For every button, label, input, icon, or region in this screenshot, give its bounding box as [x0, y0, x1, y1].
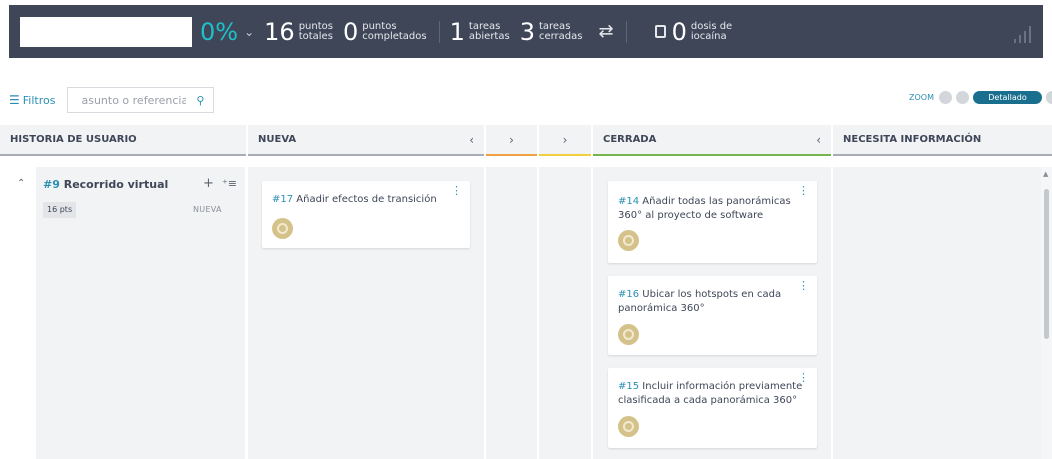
filter-sliders-icon: ☰ [9, 93, 20, 107]
filters-button[interactable]: ☰ Filtros [9, 93, 55, 107]
scroll-up-icon[interactable]: ▲ [1043, 170, 1048, 178]
graph-icon[interactable] [1014, 25, 1031, 43]
collapse-column-icon[interactable]: ‹ [816, 133, 821, 147]
sprint-stats-bar: 0% ⌄ 16 puntos totales 0 puntos completado… [9, 5, 1043, 58]
expand-column-icon[interactable]: › [563, 133, 568, 147]
add-task-icon[interactable]: + [203, 176, 214, 191]
lane-collapsed-1 [486, 167, 537, 459]
more-options-icon[interactable]: ⋮ [798, 280, 809, 291]
zoom-level-1[interactable] [939, 91, 952, 104]
stat-closed-tasks: 3 tareas cerradas [519, 17, 583, 46]
task-card[interactable]: #15 Incluir información previamente clas… [608, 368, 817, 448]
column-header-needs-info: NECESITA INFORMACIÓN [833, 125, 1052, 156]
expand-column-icon[interactable]: › [509, 133, 514, 147]
potion-icon [654, 25, 666, 38]
story-status: NUEVA [193, 205, 222, 214]
divider [625, 20, 627, 43]
scrollbar-thumb[interactable] [1044, 189, 1049, 339]
zoom-control: ZOOM Detallado [909, 91, 1052, 104]
more-options-icon[interactable]: ⋮ [798, 185, 809, 196]
progress-percent: 0% [200, 17, 239, 46]
column-header-cerrada: CERRADA ‹ [593, 125, 831, 156]
zoom-level-detailed[interactable]: Detallado [973, 91, 1042, 104]
more-options-icon[interactable]: ⋮ [798, 372, 809, 383]
stat-iocaine: 0 dosis de iocaína [671, 17, 733, 46]
story-points-badge: 16 pts [43, 202, 77, 218]
column-header-collapsed-1[interactable]: › [486, 125, 537, 156]
avatar [618, 416, 639, 437]
column-header-nueva: NUEVA ‹ [248, 125, 484, 156]
task-card[interactable]: #17 Añadir efectos de transición ⋮ [262, 181, 470, 248]
column-header-collapsed-2[interactable]: › [539, 125, 591, 156]
zoom-level-4[interactable] [1046, 91, 1052, 104]
lane-collapsed-2 [539, 167, 591, 459]
stat-done-points: 0 puntos completados [342, 17, 427, 46]
story-title[interactable]: #9 Recorrido virtual [43, 178, 168, 191]
more-options-icon[interactable]: ⋮ [451, 185, 462, 196]
stat-total-points: 16 puntos totales [264, 17, 333, 46]
top-bar: 0% ⌄ 16 puntos totales 0 puntos completado… [0, 0, 1052, 62]
project-name-box [20, 16, 192, 47]
avatar [618, 230, 639, 251]
search-icon[interactable]: ⚲ [196, 94, 204, 107]
avatar [272, 218, 293, 239]
column-header-story: HISTORIA DE USUARIO [0, 125, 246, 156]
avatar [618, 324, 639, 345]
task-card[interactable]: #16 Ubicar los hotspots en cada panorámi… [608, 276, 817, 355]
bulk-add-icon[interactable]: ⁺≡ [222, 177, 237, 190]
lane-needs-info [833, 167, 1041, 459]
search-input[interactable] [81, 93, 187, 107]
zoom-level-2[interactable] [956, 91, 969, 104]
swap-icon[interactable]: ⇄ [598, 21, 613, 42]
search-box: ⚲ [67, 87, 215, 113]
stat-open-tasks: 1 tareas abiertas [449, 17, 510, 46]
chevron-down-icon[interactable]: ⌄ [244, 25, 254, 39]
task-card[interactable]: #14 Añadir todas las panorámicas 360° al… [608, 181, 817, 263]
vertical-scrollbar[interactable]: ▲ [1041, 167, 1052, 459]
collapse-column-icon[interactable]: ‹ [469, 133, 474, 147]
collapse-story-icon[interactable]: ⌃ [17, 178, 25, 189]
zoom-label: ZOOM [909, 93, 934, 102]
filters-row: ☰ Filtros ⚲ [9, 87, 215, 113]
divider [438, 20, 440, 43]
